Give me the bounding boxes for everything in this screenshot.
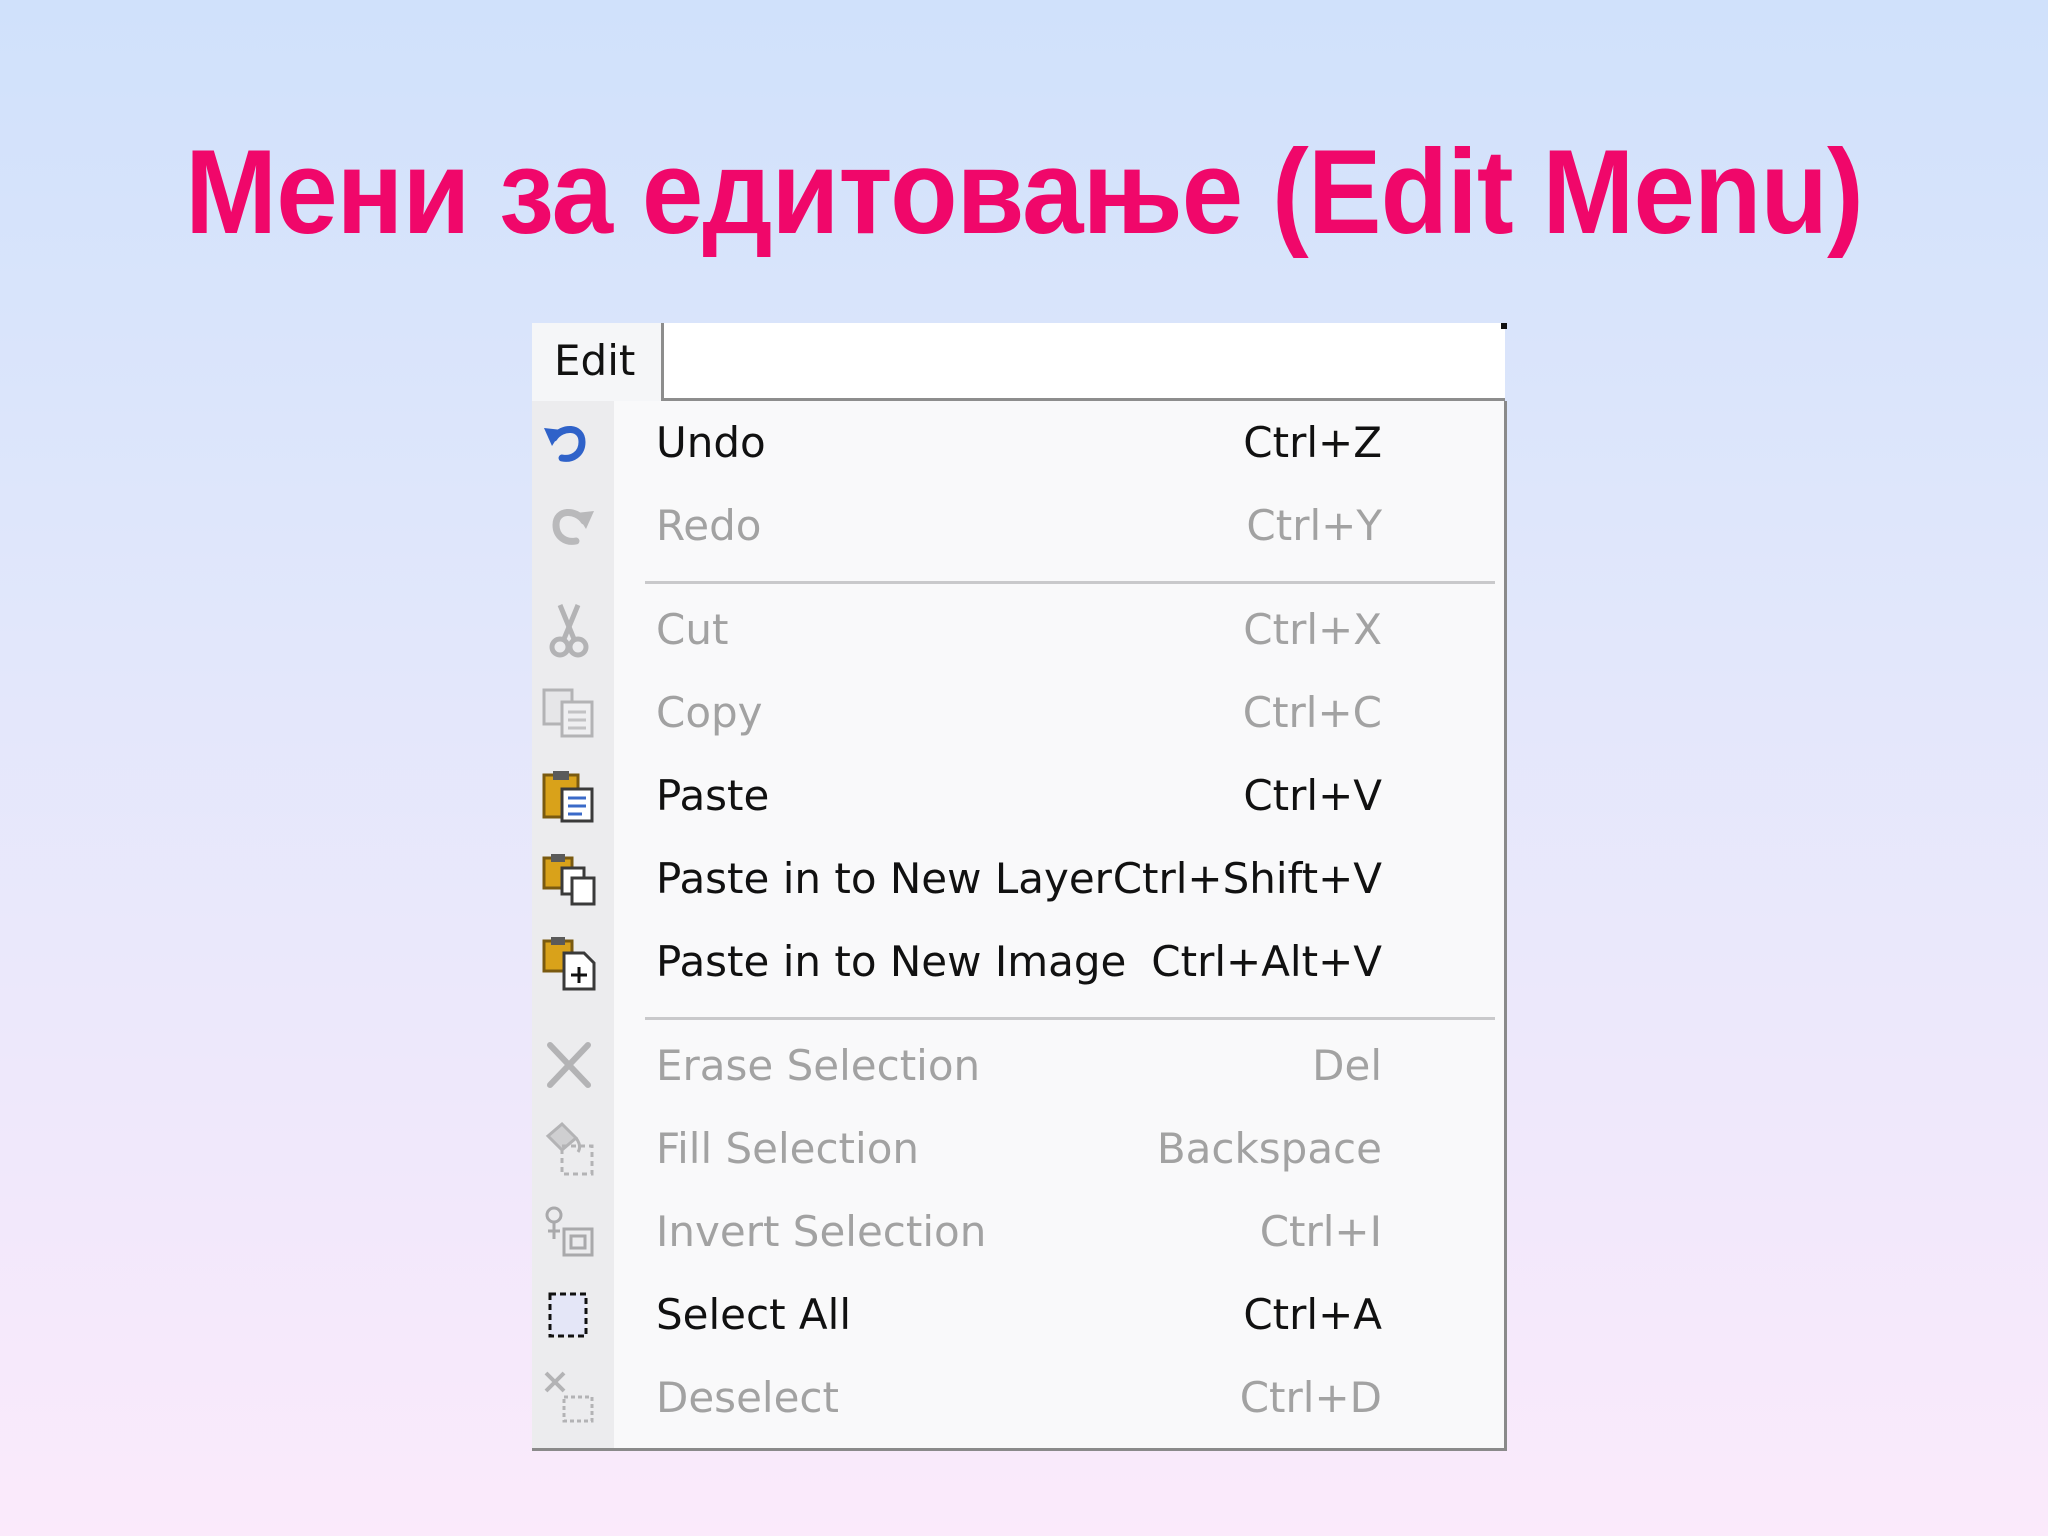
menu-item-label: Paste in to New Layer xyxy=(656,854,1112,903)
menu-item-label: Select All xyxy=(656,1290,851,1339)
menubar-edit-tab[interactable]: Edit xyxy=(532,323,664,401)
menu-item-label: Undo xyxy=(656,418,766,467)
select-all-icon xyxy=(540,1286,598,1344)
menu-item-label: Copy xyxy=(656,688,763,737)
menu-item-paste[interactable]: Paste Ctrl+V xyxy=(532,754,1504,837)
menu-item-shortcut: Ctrl+Shift+V xyxy=(1112,854,1382,903)
menubar xyxy=(532,323,1505,401)
copy-icon xyxy=(540,684,598,742)
menu-item-fill-selection[interactable]: Fill Selection Backspace xyxy=(532,1107,1504,1190)
menu-item-shortcut: Ctrl+Z xyxy=(1243,418,1382,467)
fill-selection-icon xyxy=(540,1120,598,1178)
menu-item-label: Redo xyxy=(656,501,762,550)
menu-item-shortcut: Ctrl+C xyxy=(1242,688,1382,737)
edit-dropdown: Undo Ctrl+Z Redo Ctrl+Y Cut Ctrl+X Copy … xyxy=(532,401,1507,1451)
menu-item-label: Erase Selection xyxy=(656,1041,981,1090)
redo-icon xyxy=(540,497,598,555)
erase-selection-icon xyxy=(540,1037,598,1095)
menu-item-select-all[interactable]: Select All Ctrl+A xyxy=(532,1273,1504,1356)
menu-item-erase-selection[interactable]: Erase Selection Del xyxy=(532,1024,1504,1107)
menu-item-shortcut: Backspace xyxy=(1156,1124,1382,1173)
menu-item-invert-selection[interactable]: Invert Selection Ctrl+I xyxy=(532,1190,1504,1273)
invert-selection-icon xyxy=(540,1203,598,1261)
paste-icon xyxy=(540,767,598,825)
menu-item-label: Cut xyxy=(656,605,729,654)
menu-item-shortcut: Ctrl+D xyxy=(1239,1373,1382,1422)
menu-item-copy[interactable]: Copy Ctrl+C xyxy=(532,671,1504,754)
menu-item-redo[interactable]: Redo Ctrl+Y xyxy=(532,484,1504,567)
menu-separator xyxy=(645,1017,1495,1020)
menu-separator xyxy=(645,581,1495,584)
window-corner-mark xyxy=(1501,323,1507,329)
menu-item-label: Deselect xyxy=(656,1373,839,1422)
deselect-icon xyxy=(540,1369,598,1427)
menu-item-shortcut: Ctrl+I xyxy=(1259,1207,1382,1256)
slide-title: Мени за едитовање (Edit Menu) xyxy=(185,125,1864,259)
menu-item-shortcut: Ctrl+Y xyxy=(1246,501,1382,550)
menu-item-shortcut: Ctrl+V xyxy=(1243,771,1382,820)
paste-new-layer-icon xyxy=(540,850,598,908)
menu-item-deselect[interactable]: Deselect Ctrl+D xyxy=(532,1356,1504,1439)
menu-item-label: Fill Selection xyxy=(656,1124,920,1173)
menu-item-shortcut: Ctrl+Alt+V xyxy=(1151,937,1382,986)
menu-item-shortcut: Del xyxy=(1312,1041,1382,1090)
menu-item-label: Paste in to New Image xyxy=(656,937,1127,986)
menu-item-undo[interactable]: Undo Ctrl+Z xyxy=(532,401,1504,484)
menu-item-paste-new-image[interactable]: Paste in to New Image Ctrl+Alt+V xyxy=(532,920,1504,1003)
undo-icon xyxy=(540,414,598,472)
menu-item-shortcut: Ctrl+X xyxy=(1243,605,1382,654)
menu-item-label: Paste xyxy=(656,771,770,820)
menu-item-paste-new-layer[interactable]: Paste in to New Layer Ctrl+Shift+V xyxy=(532,837,1504,920)
menu-item-cut[interactable]: Cut Ctrl+X xyxy=(532,588,1504,671)
menu-item-label: Invert Selection xyxy=(656,1207,987,1256)
scissors-icon xyxy=(540,601,598,659)
edit-menu-window: Edit Undo Ctrl+Z Redo Ctrl+Y Cut Ctrl+X … xyxy=(532,323,1507,1451)
paste-new-image-icon xyxy=(540,933,598,991)
menu-item-shortcut: Ctrl+A xyxy=(1243,1290,1382,1339)
